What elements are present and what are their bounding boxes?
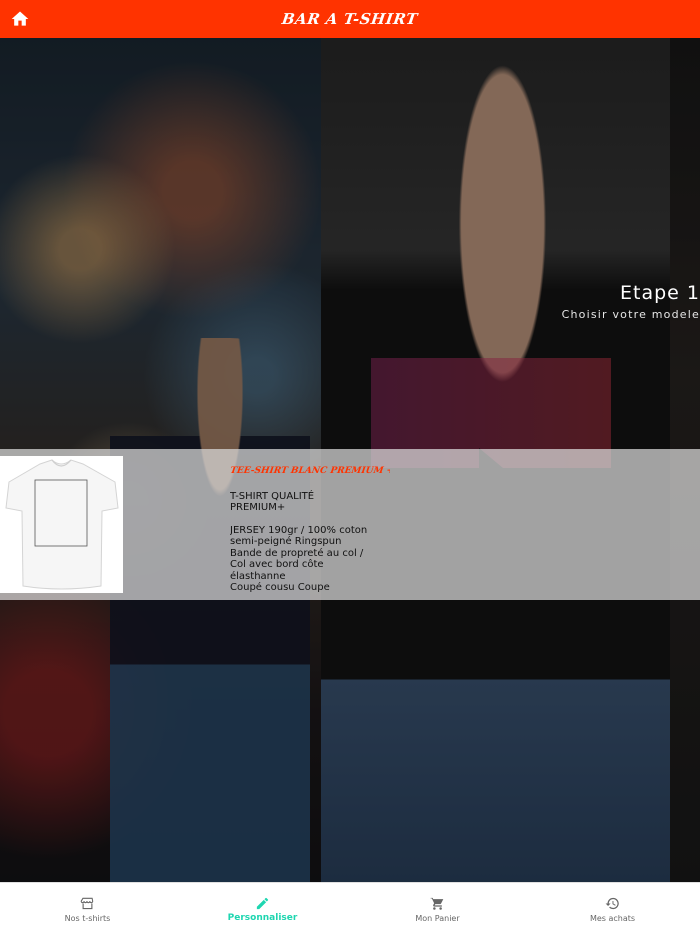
product-thumbnail bbox=[0, 456, 123, 593]
tab-nos-tshirts[interactable]: Nos t-shirts bbox=[0, 883, 175, 934]
bottom-tab-bar: Nos t-shirts Personnaliser Mon Panier Me… bbox=[0, 882, 700, 934]
home-button[interactable] bbox=[10, 9, 30, 29]
tshirt-image bbox=[5, 459, 119, 590]
step-subtitle: Choisir votre modele bbox=[561, 308, 700, 321]
storefront-icon bbox=[80, 897, 94, 910]
product-description-line: JERSEY 190gr / 100% coton bbox=[230, 524, 368, 536]
product-description-line: Bande de propreté au col / bbox=[230, 547, 364, 559]
tab-label: Mes achats bbox=[589, 914, 636, 923]
step-title: Etape 1 bbox=[620, 282, 700, 304]
product-description: JERSEY 190gr / 100% coton semi-peigné Ri… bbox=[230, 525, 390, 593]
product-quality-line: PREMIUM+ bbox=[230, 502, 286, 513]
tab-mon-panier[interactable]: Mon Panier bbox=[350, 883, 525, 934]
product-name: TEE-SHIRT BLANC PREMIUM + bbox=[230, 466, 390, 476]
tab-personnaliser[interactable]: Personnaliser bbox=[175, 883, 350, 934]
step-label: Etape 1 Choisir votre modele bbox=[562, 282, 700, 321]
product-card[interactable]: TEE-SHIRT BLANC PREMIUM + T-SHIRT QUALIT… bbox=[0, 449, 700, 600]
home-icon bbox=[11, 11, 29, 26]
cart-icon bbox=[430, 897, 444, 910]
history-icon bbox=[605, 897, 619, 910]
product-description-line: Col avec bord côte bbox=[230, 559, 324, 570]
tab-label: Nos t-shirts bbox=[64, 914, 111, 923]
product-description-line: élasthanne bbox=[230, 570, 286, 582]
app-header: BAR A T-SHIRT bbox=[0, 0, 700, 38]
pencil-icon bbox=[256, 897, 269, 910]
product-description-line: semi-peigné Ringspun bbox=[230, 536, 342, 547]
tab-mes-achats[interactable]: Mes achats bbox=[525, 883, 700, 934]
tab-label: Personnaliser bbox=[227, 913, 298, 923]
product-info: TEE-SHIRT BLANC PREMIUM + T-SHIRT QUALIT… bbox=[230, 466, 390, 592]
app-title: BAR A T-SHIRT bbox=[280, 10, 420, 28]
product-quality-line: T-SHIRT QUALITÉ bbox=[230, 490, 315, 502]
product-quality: T-SHIRT QUALITÉ PREMIUM+ bbox=[230, 491, 390, 514]
product-description-line: Coupé cousu Coupe bbox=[230, 582, 330, 592]
tab-label: Mon Panier bbox=[415, 914, 460, 923]
app-root: BAR A T-SHIRT Etape 1 Choisir votre mode… bbox=[0, 0, 700, 934]
